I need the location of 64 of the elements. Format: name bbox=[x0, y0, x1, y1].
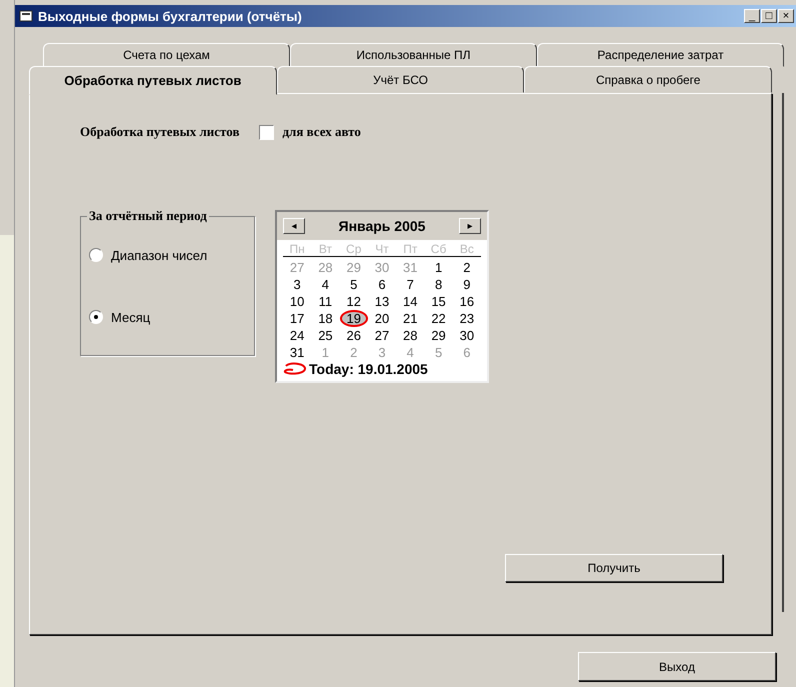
calendar-day[interactable]: 16 bbox=[452, 293, 481, 310]
calendar-day[interactable]: 25 bbox=[311, 327, 340, 344]
calendar-day[interactable]: 4 bbox=[311, 276, 340, 293]
calendar-day[interactable]: 14 bbox=[396, 293, 424, 310]
calendar-day[interactable]: 21 bbox=[396, 310, 424, 327]
today-marker-icon bbox=[283, 362, 307, 376]
weekday-label: Вс bbox=[458, 242, 475, 256]
previous-month-button[interactable]: ◂ bbox=[283, 218, 305, 234]
calendar-day[interactable]: 5 bbox=[340, 276, 368, 293]
next-month-button[interactable]: ▸ bbox=[458, 218, 481, 234]
today-label[interactable]: Today: 19.01.2005 bbox=[309, 361, 428, 377]
calendar-day[interactable]: 28 bbox=[396, 327, 424, 344]
get-button[interactable]: Получить bbox=[505, 554, 723, 582]
calendar-day[interactable]: 8 bbox=[424, 276, 453, 293]
radio-label: Диапазон чисел bbox=[111, 248, 208, 262]
calendar-day[interactable]: 9 bbox=[452, 276, 481, 293]
calendar-day[interactable]: 17 bbox=[283, 310, 312, 327]
calendar-day[interactable]: 31 bbox=[283, 344, 312, 361]
radio-button[interactable] bbox=[89, 310, 103, 324]
calendar-day[interactable]: 22 bbox=[424, 310, 453, 327]
weekday-label: Чт bbox=[374, 242, 390, 256]
calendar-day[interactable]: 24 bbox=[283, 327, 312, 344]
weekday-label: Сб bbox=[430, 242, 448, 256]
calendar-day[interactable]: 11 bbox=[311, 293, 340, 310]
exit-button[interactable]: Выход bbox=[578, 652, 776, 681]
group-title: За отчётный период bbox=[87, 208, 209, 224]
heading: Обработка путевых листов bbox=[80, 124, 240, 140]
calendar-day[interactable]: 30 bbox=[452, 327, 481, 344]
calendar-day[interactable]: 13 bbox=[368, 293, 396, 310]
calendar-day[interactable]: 6 bbox=[368, 276, 396, 293]
calendar-day[interactable]: 12 bbox=[340, 293, 368, 310]
weekday-label: Пт bbox=[402, 242, 418, 256]
month-title: Январь 2005 bbox=[338, 218, 426, 234]
calendar-day[interactable]: 18 bbox=[311, 310, 340, 327]
calendar-day[interactable]: 1 bbox=[424, 259, 453, 276]
calendar-day[interactable]: 10 bbox=[283, 293, 312, 310]
tab[interactable]: Использованные ПЛ bbox=[290, 43, 537, 67]
calendar-day[interactable]: 7 bbox=[396, 276, 424, 293]
weekday-label: Вт bbox=[318, 242, 333, 256]
checkbox-label: для всех авто bbox=[282, 124, 361, 140]
radio-label: Месяц bbox=[111, 310, 150, 324]
title-bar-button[interactable]: × bbox=[778, 9, 794, 23]
calendar-day[interactable]: 20 bbox=[368, 310, 396, 327]
checkbox[interactable] bbox=[259, 124, 274, 140]
tab[interactable]: Учёт БСО bbox=[276, 66, 524, 93]
title-bar-button[interactable]: _ bbox=[744, 9, 760, 23]
calendar-day[interactable]: 19 bbox=[340, 310, 368, 327]
tab[interactable]: Обработка путевых листов bbox=[29, 66, 277, 95]
radio-button[interactable] bbox=[89, 248, 103, 262]
app-icon bbox=[19, 10, 33, 22]
window-title: Выходные формы бухгалтерии (отчёты) bbox=[38, 8, 303, 24]
weekday-label: Ср bbox=[345, 242, 362, 256]
calendar-day[interactable]: 27 bbox=[368, 327, 396, 344]
calendar-day[interactable]: 3 bbox=[283, 276, 312, 293]
calendar-day[interactable]: 23 bbox=[452, 310, 481, 327]
calendar-day[interactable]: 29 bbox=[424, 327, 453, 344]
calendar-day[interactable]: 2 bbox=[452, 259, 481, 276]
tab[interactable]: Счета по цехам bbox=[43, 43, 290, 67]
tab[interactable]: Справка о пробеге bbox=[524, 66, 772, 93]
tab[interactable]: Распределение затрат bbox=[537, 43, 784, 67]
calendar-day[interactable]: 15 bbox=[424, 293, 453, 310]
weekday-label: Пн bbox=[288, 242, 306, 256]
calendar-day[interactable]: 26 bbox=[340, 327, 368, 344]
title-bar-button[interactable]: □ bbox=[761, 9, 777, 23]
